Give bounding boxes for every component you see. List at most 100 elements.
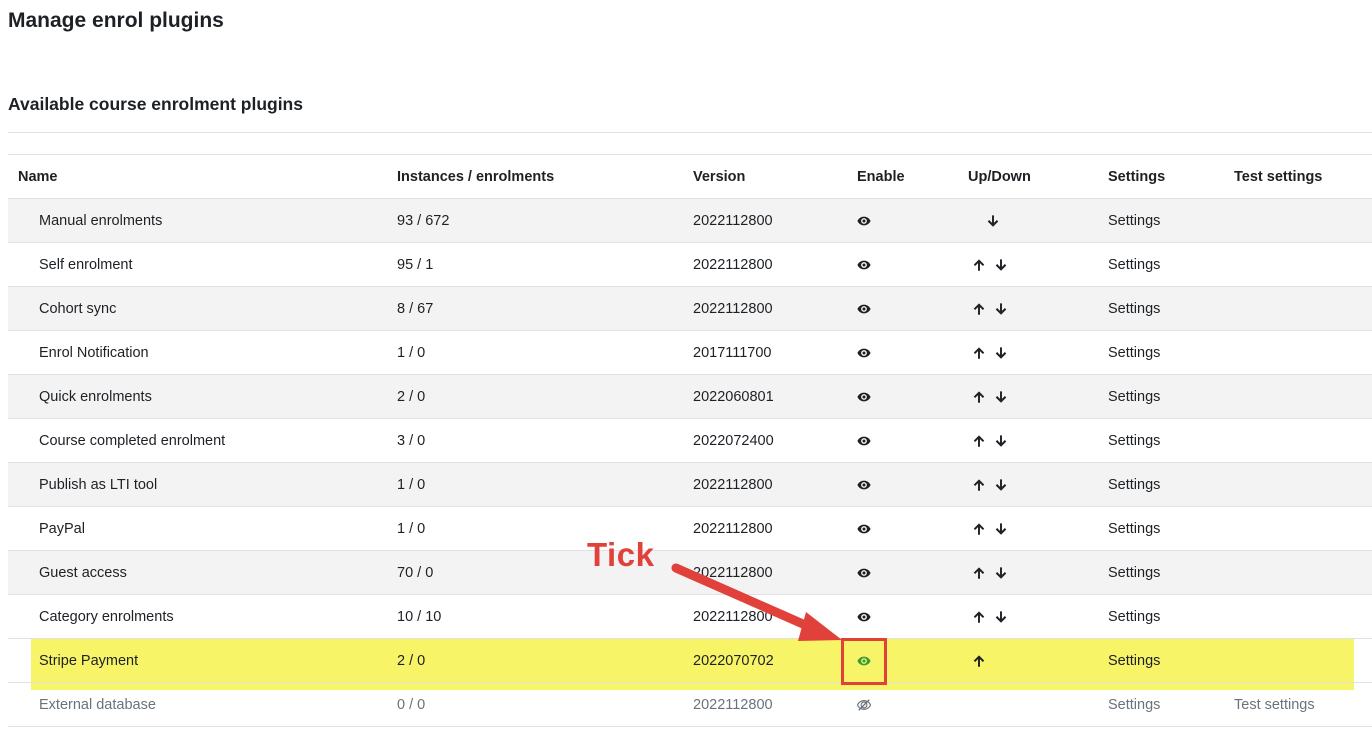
arrow-down-icon[interactable] [994,390,1008,404]
settings-link[interactable]: Settings [1108,697,1160,713]
eye-icon[interactable] [857,390,871,404]
plugin-updown-cell [958,418,1098,463]
eye-slash-icon[interactable] [857,698,871,712]
settings-link[interactable]: Settings [1108,521,1160,537]
arrow-up-icon[interactable] [972,390,986,404]
arrow-down-icon[interactable] [994,566,1008,580]
plugin-instances: 0 / 0 [387,682,683,727]
plugin-enable-cell [847,418,958,463]
settings-link[interactable]: Settings [1108,301,1160,317]
plugin-test-settings-cell: Test settings [1224,682,1372,727]
table-row: PayPal 1 / 0 2022112800 Settings [8,506,1372,551]
settings-link[interactable]: Settings [1108,653,1160,669]
arrow-down-icon[interactable] [986,214,1000,228]
arrow-down-icon[interactable] [994,522,1008,536]
plugin-test-settings-cell [1224,550,1372,595]
plugin-test-settings-cell [1224,374,1372,419]
plugin-settings-cell: Settings [1098,418,1224,463]
plugin-version: 2022112800 [683,682,847,727]
settings-link[interactable]: Settings [1108,609,1160,625]
plugin-settings-cell: Settings [1098,198,1224,243]
arrow-down-icon[interactable] [994,610,1008,624]
plugin-instances: 8 / 67 [387,286,683,331]
arrow-up-icon[interactable] [972,302,986,316]
settings-link[interactable]: Settings [1108,345,1160,361]
plugin-instances: 10 / 10 [387,594,683,639]
plugin-instances: 93 / 672 [387,198,683,243]
plugin-version: 2022070702 [683,638,847,683]
arrow-up-icon[interactable] [972,258,986,272]
plugin-settings-cell: Settings [1098,374,1224,419]
plugin-test-settings-cell [1224,638,1372,683]
settings-link[interactable]: Settings [1108,477,1160,493]
arrow-down-icon[interactable] [994,258,1008,272]
arrow-up-icon[interactable] [972,654,986,668]
table-row: Guest access 70 / 0 2022112800 Settings [8,550,1372,595]
plugin-settings-cell: Settings [1098,242,1224,287]
plugin-test-settings-cell [1224,242,1372,287]
plugin-test-settings-cell [1224,330,1372,375]
plugin-name: Enrol Notification [8,330,387,375]
plugin-settings-cell: Settings [1098,682,1224,727]
eye-icon[interactable] [857,214,871,228]
settings-link[interactable]: Settings [1108,257,1160,273]
section-divider [8,132,1372,133]
table-row: Quick enrolments 2 / 0 2022060801 Settings [8,374,1372,419]
plugin-instances: 2 / 0 [387,374,683,419]
section-title: Available course enrolment plugins [8,94,303,114]
eye-icon[interactable] [857,610,871,624]
header-settings: Settings [1098,154,1224,199]
plugin-updown-cell [958,682,1098,727]
eye-icon[interactable] [857,258,871,272]
arrow-up-icon[interactable] [972,434,986,448]
eye-icon[interactable] [857,302,871,316]
plugin-name: Publish as LTI tool [8,462,387,507]
plugin-version: 2017111700 [683,330,847,375]
eye-icon[interactable] [857,346,871,360]
arrow-down-icon[interactable] [994,346,1008,360]
arrow-down-icon[interactable] [994,478,1008,492]
plugin-settings-cell: Settings [1098,594,1224,639]
eye-icon[interactable] [857,522,871,536]
plugin-name: Stripe Payment [8,638,387,683]
eye-icon[interactable] [857,478,871,492]
plugin-name: Quick enrolments [8,374,387,419]
plugin-instances: 2 / 0 [387,638,683,683]
arrow-up-icon[interactable] [972,346,986,360]
plugin-name: Guest access [8,550,387,595]
arrow-down-icon[interactable] [994,434,1008,448]
plugin-updown-cell [958,462,1098,507]
table-row: Publish as LTI tool 1 / 0 2022112800 Settin… [8,462,1372,507]
table-row: Category enrolments 10 / 10 2022112800 Sett… [8,594,1372,639]
arrow-up-icon[interactable] [972,478,986,492]
eye-icon[interactable] [857,434,871,448]
settings-link[interactable]: Settings [1108,433,1160,449]
plugin-version: 2022112800 [683,462,847,507]
plugin-version: 2022060801 [683,374,847,419]
plugin-test-settings-cell [1224,594,1372,639]
arrow-up-icon[interactable] [972,610,986,624]
test-settings-link[interactable]: Test settings [1234,697,1315,713]
settings-link[interactable]: Settings [1108,389,1160,405]
header-enable: Enable [847,154,958,199]
plugin-name: PayPal [8,506,387,551]
eye-icon[interactable] [857,566,871,580]
header-name: Name [8,154,387,199]
plugin-settings-cell: Settings [1098,506,1224,551]
arrow-up-icon[interactable] [972,522,986,536]
settings-link[interactable]: Settings [1108,565,1160,581]
plugin-updown-cell [958,550,1098,595]
arrow-down-icon[interactable] [994,302,1008,316]
settings-link[interactable]: Settings [1108,213,1160,229]
plugin-enable-cell [847,242,958,287]
plugin-version: 2022112800 [683,550,847,595]
plugin-name: Category enrolments [8,594,387,639]
plugin-test-settings-cell [1224,286,1372,331]
plugin-name: Cohort sync [8,286,387,331]
arrow-up-icon[interactable] [972,566,986,580]
plugin-settings-cell: Settings [1098,462,1224,507]
plugin-enable-cell [847,374,958,419]
plugin-settings-cell: Settings [1098,638,1224,683]
plugin-instances: 1 / 0 [387,330,683,375]
plugin-version: 2022112800 [683,286,847,331]
